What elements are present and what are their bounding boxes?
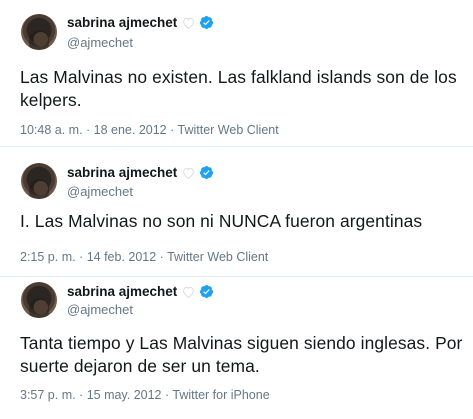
tweet-1[interactable]: sabrina ajmechet @ajmechet Las Malvinas … xyxy=(0,0,473,147)
author-handle[interactable]: @ajmechet xyxy=(67,184,133,199)
white-heart-icon xyxy=(183,17,195,29)
avatar[interactable] xyxy=(21,163,57,199)
tweet-timestamp[interactable]: 3:57 p. m. · 15 may. 2012 · Twitter for … xyxy=(20,388,270,402)
author-name[interactable]: sabrina ajmechet xyxy=(67,284,177,299)
author-name[interactable]: sabrina ajmechet xyxy=(67,15,177,30)
tweet-text: Las Malvinas no existen. Las falkland is… xyxy=(20,67,457,110)
white-heart-icon xyxy=(183,286,195,298)
white-heart-icon xyxy=(183,167,195,179)
verified-badge-icon xyxy=(200,284,214,299)
author-handle[interactable]: @ajmechet xyxy=(67,35,133,50)
tweet-timestamp[interactable]: 2:15 p. m. · 14 feb. 2012 · Twitter Web … xyxy=(20,250,268,264)
tweet-text: Tanta tiempo y Las Malvinas siguen siend… xyxy=(20,333,463,376)
tweet-3[interactable]: sabrina ajmechet @ajmechet Tanta tiempo … xyxy=(0,277,473,419)
author-name[interactable]: sabrina ajmechet xyxy=(67,165,177,180)
verified-badge-icon xyxy=(200,165,214,180)
tweet-2[interactable]: sabrina ajmechet @ajmechet I. Las Malvin… xyxy=(0,147,473,277)
tweet-timestamp[interactable]: 10:48 a. m. · 18 ene. 2012 · Twitter Web… xyxy=(20,123,279,137)
avatar[interactable] xyxy=(21,282,57,318)
author-name-row[interactable]: sabrina ajmechet xyxy=(67,15,214,30)
author-name-row[interactable]: sabrina ajmechet xyxy=(67,165,214,180)
author-name-row[interactable]: sabrina ajmechet xyxy=(67,284,214,299)
avatar[interactable] xyxy=(21,14,57,50)
tweet-text: I. Las Malvinas no son ni NUNCA fueron a… xyxy=(20,211,423,231)
verified-badge-icon xyxy=(200,15,214,30)
author-handle[interactable]: @ajmechet xyxy=(67,302,133,317)
